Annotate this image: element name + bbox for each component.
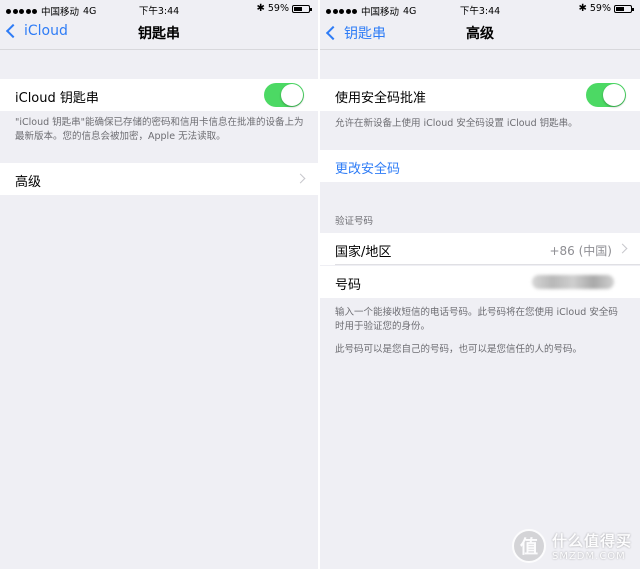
row-separator <box>335 264 640 265</box>
battery-percent: 59% <box>589 3 611 14</box>
advanced-row[interactable]: 高级 <box>0 163 318 195</box>
battery-percent: 59% <box>267 3 289 14</box>
toggle-knob <box>281 84 303 106</box>
advanced-screen: 中国移动 4G 下午3:44 ✱ 59% 钥匙串 高级 使用安全码批准 允许在新… <box>320 0 640 569</box>
country-region-row[interactable]: 国家/地区 +86 (中国) <box>320 233 640 265</box>
change-security-code-link[interactable]: 更改安全码 <box>335 158 400 177</box>
advanced-label: 高级 <box>15 175 42 190</box>
icloud-keychain-label: iCloud 钥匙串 <box>15 91 99 106</box>
security-code-approval-toggle[interactable] <box>586 83 626 107</box>
battery-level <box>616 6 625 11</box>
watermark-text: 什么值得买 <box>551 532 632 550</box>
status-bar: 中国移动 4G 下午3:44 ✱ 59% <box>320 0 640 18</box>
security-code-footnote: 允许在新设备上使用 iCloud 安全码设置 iCloud 钥匙串。 <box>335 118 578 129</box>
trusted-number-footnote: 此号码可以是您自己的号码，也可以是您信任的人的号码。 <box>335 344 583 355</box>
page-title: 钥匙串 <box>138 26 180 42</box>
battery-level <box>294 6 303 11</box>
icloud-keychain-footnote: "iCloud 钥匙串"能确保已存储的密码和信用卡信息在批准的设备上为最新版本。… <box>15 117 304 142</box>
toggle-knob <box>603 84 625 106</box>
keychain-screen: 中国移动 4G 下午3:44 ✱ 59% iCloud 钥匙串 iCloud 钥… <box>0 0 318 569</box>
security-code-approval-label: 使用安全码批准 <box>335 91 427 106</box>
smzdm-watermark: 值 什么值得买 SMZDM.COM <box>511 529 632 563</box>
country-region-value: +86 (中国) <box>549 244 612 258</box>
phone-number-footnote: 输入一个能接收短信的电话号码。此号码将在您使用 iCloud 安全码时用于验证您… <box>335 307 618 332</box>
battery-icon <box>292 4 312 13</box>
chevron-right-icon <box>295 173 306 184</box>
bluetooth-icon: ✱ <box>256 3 265 14</box>
icloud-keychain-toggle[interactable] <box>264 83 304 107</box>
battery-icon <box>614 4 634 13</box>
verification-number-header: 验证号码 <box>335 216 374 227</box>
bluetooth-icon: ✱ <box>578 3 587 14</box>
navigation-bar: iCloud 钥匙串 <box>0 18 318 50</box>
country-region-label: 国家/地区 <box>335 245 392 260</box>
redacted-phone-number <box>532 275 614 289</box>
navigation-bar: 钥匙串 高级 <box>320 18 640 50</box>
battery-indicator: ✱ 59% <box>256 3 312 14</box>
chevron-right-icon <box>617 243 628 254</box>
security-code-approval-row: 使用安全码批准 <box>320 79 640 111</box>
status-bar: 中国移动 4G 下午3:44 ✱ 59% <box>0 0 318 18</box>
page-title: 高级 <box>466 26 494 42</box>
icloud-keychain-row: iCloud 钥匙串 <box>0 79 318 111</box>
watermark-domain: SMZDM.COM <box>551 551 626 562</box>
battery-indicator: ✱ 59% <box>578 3 634 14</box>
change-security-code-row[interactable]: 更改安全码 <box>320 150 640 182</box>
phone-number-label: 号码 <box>335 278 362 293</box>
watermark-logo: 值 <box>511 529 546 563</box>
phone-number-row[interactable]: 号码 <box>320 266 640 298</box>
